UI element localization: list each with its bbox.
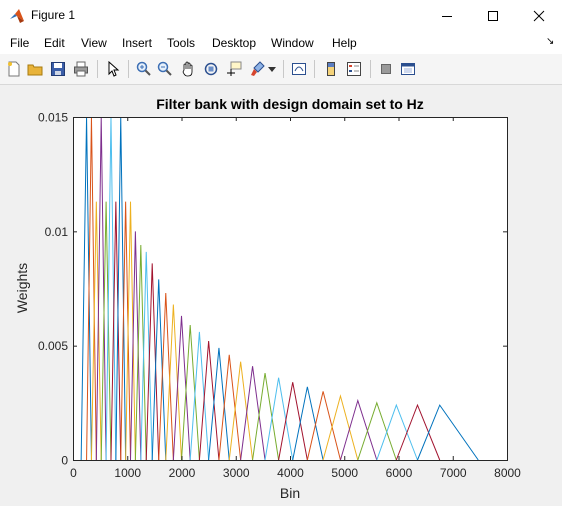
zoom-in-icon[interactable] [134, 59, 154, 79]
matlab-logo-icon [10, 9, 24, 23]
toolbar-separator [97, 60, 98, 78]
toolbar-separator [370, 60, 371, 78]
maximize-icon [488, 11, 498, 21]
save-icon[interactable] [48, 59, 68, 79]
menu-insert[interactable]: Insert [122, 36, 152, 50]
rotate-3d-icon[interactable] [201, 59, 221, 79]
close-icon [533, 10, 545, 22]
legend-icon[interactable] [344, 59, 364, 79]
menu-desktop[interactable]: Desktop [212, 36, 256, 50]
menu-window[interactable]: Window [271, 36, 314, 50]
x-tick-label: 1000 [114, 466, 141, 480]
toolbar-separator [314, 60, 315, 78]
x-tick-label: 3000 [223, 466, 250, 480]
y-tick-label: 0.005 [38, 339, 68, 353]
show-plot-tools-icon[interactable] [398, 59, 418, 79]
hide-plot-tools-icon[interactable] [376, 59, 396, 79]
link-plot-icon[interactable] [289, 59, 309, 79]
x-tick-label: 5000 [331, 466, 358, 480]
x-axis-label: Bin [280, 485, 300, 501]
open-file-icon[interactable] [25, 59, 45, 79]
toolbar-separator [128, 60, 129, 78]
menu-bar: File Edit View Insert Tools Desktop Wind… [0, 32, 562, 54]
close-button[interactable] [516, 0, 562, 32]
menu-view[interactable]: View [81, 36, 107, 50]
pointer-icon[interactable] [103, 59, 123, 79]
menu-tools[interactable]: Tools [167, 36, 195, 50]
figure-toolbar [0, 54, 562, 85]
y-tick-label: 0.01 [45, 225, 69, 239]
menu-help[interactable]: Help [332, 36, 357, 50]
plot-area: 0 1000 2000 3000 4000 5000 6000 7000 8000 0 0.005 0… [14, 96, 521, 501]
menu-file[interactable]: File [10, 36, 29, 50]
title-bar: Figure 1 [0, 0, 562, 32]
y-tick-label: 0.015 [38, 111, 68, 125]
x-tick-label: 0 [70, 466, 77, 480]
toolbar-separator [283, 60, 284, 78]
x-tick-label: 8000 [494, 466, 521, 480]
maximize-button[interactable] [470, 0, 516, 32]
x-tick-label: 7000 [440, 466, 467, 480]
colorbar-icon[interactable] [321, 59, 341, 79]
pan-icon[interactable] [178, 59, 198, 79]
minimize-button[interactable] [424, 0, 470, 32]
new-figure-icon[interactable] [4, 59, 24, 79]
chart-title: Filter bank with design domain set to Hz [156, 96, 424, 112]
x-tick-label: 6000 [386, 466, 413, 480]
y-axis-label: Weights [14, 263, 30, 313]
x-tick-label: 4000 [277, 466, 304, 480]
zoom-out-icon[interactable] [155, 59, 175, 79]
print-icon[interactable] [71, 59, 91, 79]
brush-icon[interactable] [248, 59, 268, 79]
y-tick-label: 0 [61, 454, 68, 468]
dock-arrow-icon[interactable]: ↘ [546, 36, 554, 47]
window-title: Figure 1 [31, 8, 76, 22]
minimize-icon [442, 16, 452, 17]
menu-edit[interactable]: Edit [44, 36, 65, 50]
brush-dropdown-icon[interactable] [266, 59, 278, 79]
data-cursor-icon[interactable] [224, 59, 244, 79]
x-tick-label: 2000 [169, 466, 196, 480]
